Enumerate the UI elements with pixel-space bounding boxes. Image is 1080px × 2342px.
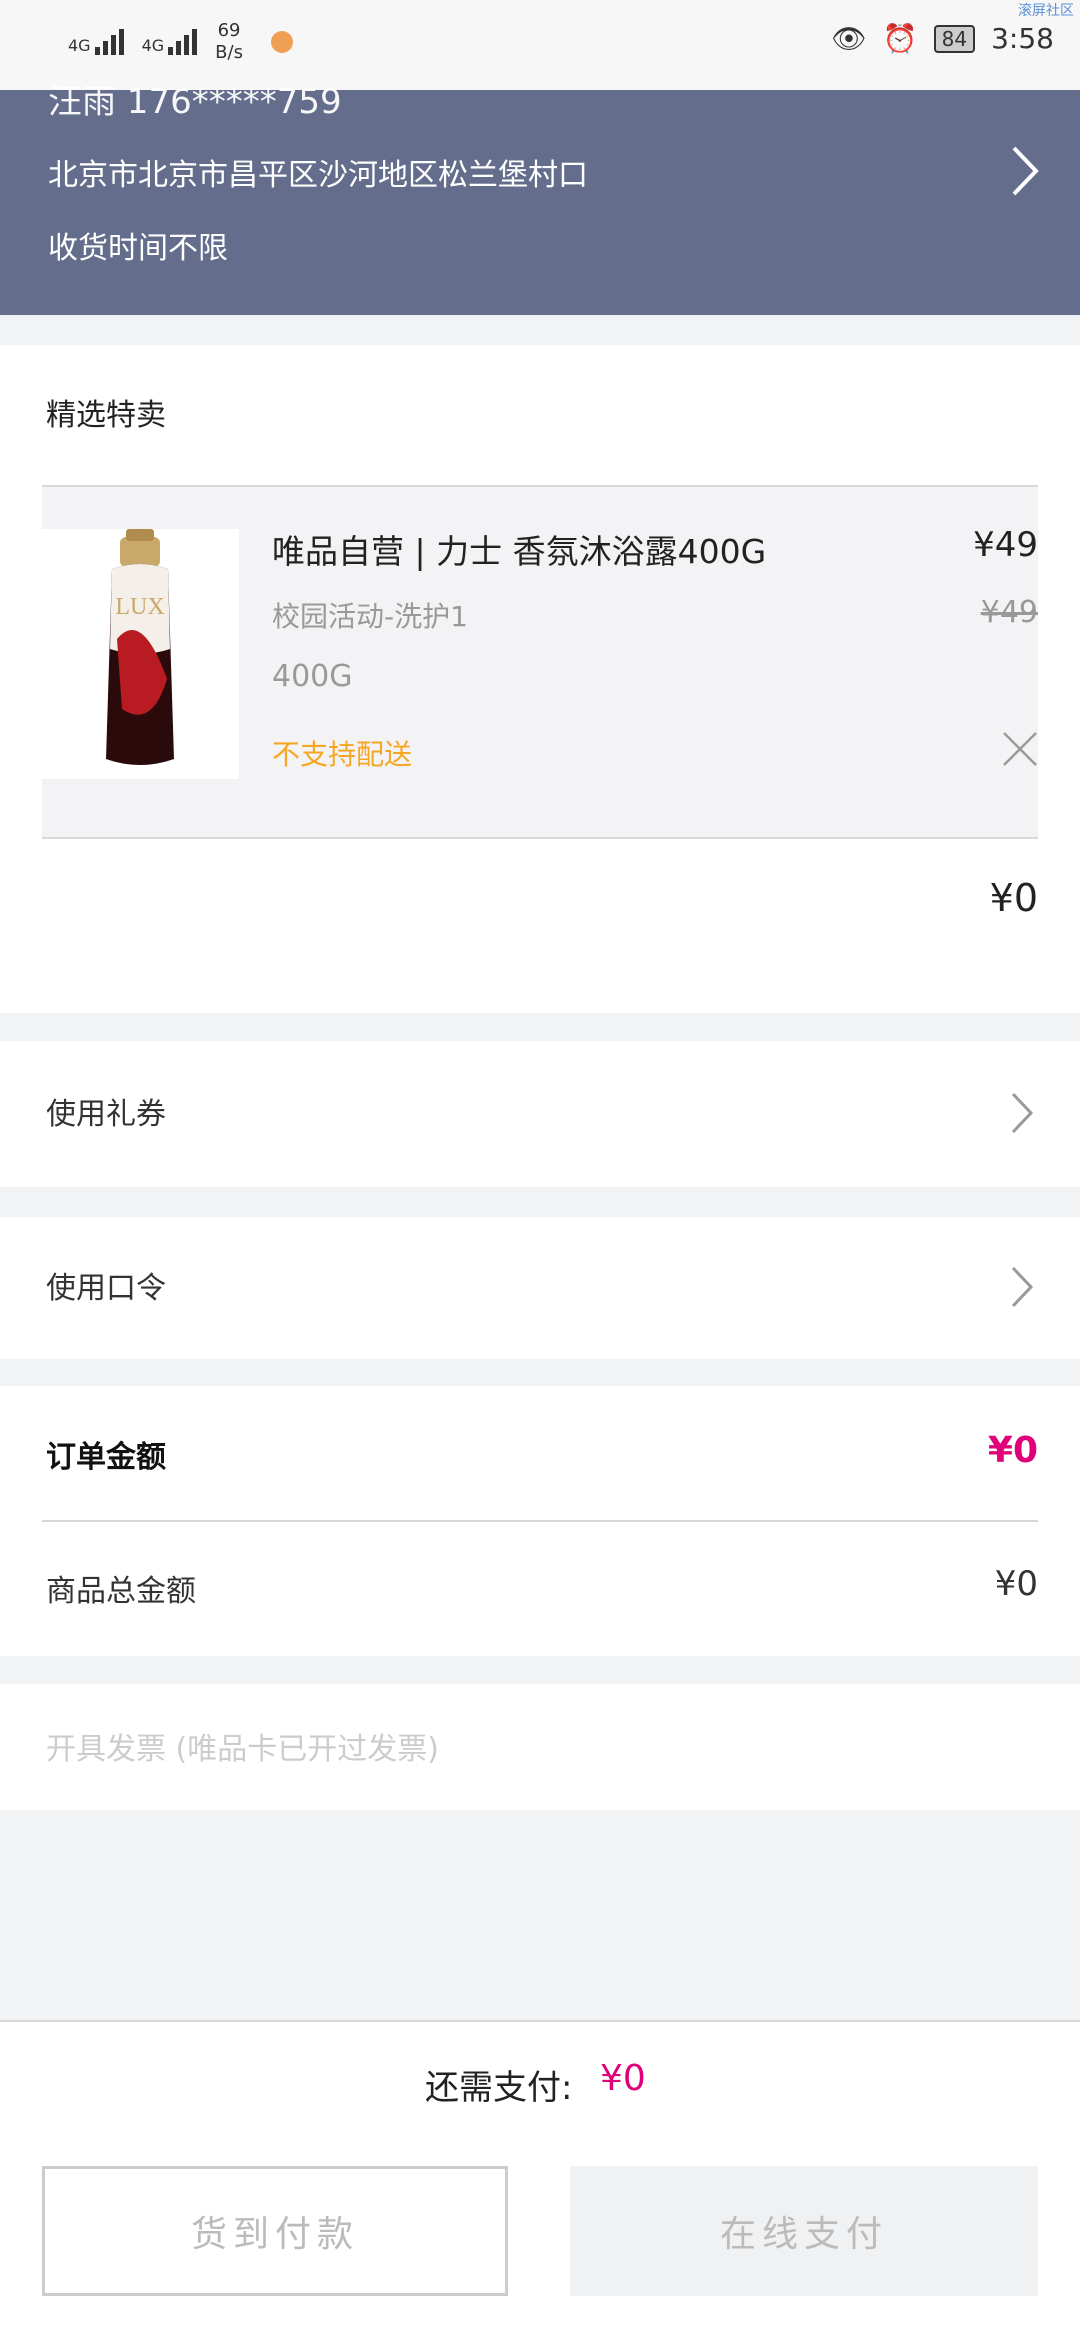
chevron-right-icon xyxy=(1010,1091,1034,1147)
delivery-warning: 不支持配送 xyxy=(272,738,413,771)
product-brand-text: LUX xyxy=(115,594,164,620)
coupon-label: 使用礼券 xyxy=(46,1097,166,1132)
net-speed-value: 69 xyxy=(217,20,241,41)
notification-app-icon xyxy=(270,31,293,53)
product-original-price: ¥49 xyxy=(980,595,1038,630)
password-row[interactable]: 使用口令 xyxy=(0,1217,1080,1359)
chevron-right-icon xyxy=(1010,1265,1034,1321)
signal-label: 4G xyxy=(68,36,91,55)
online-pay-button[interactable]: 在线支付 xyxy=(570,2166,1038,2296)
cash-on-delivery-button[interactable]: 货到付款 xyxy=(42,2166,508,2296)
coupon-row[interactable]: 使用礼券 xyxy=(0,1041,1080,1187)
delivery-time: 收货时间不限 xyxy=(48,231,228,266)
net-speed-unit: B/s xyxy=(215,42,243,63)
section-title: 精选特卖 xyxy=(46,398,166,433)
alarm-icon: ⏰ xyxy=(882,22,918,55)
eye-icon: 👁 xyxy=(831,22,867,55)
goods-total-amount: ¥0 xyxy=(994,1564,1038,1604)
product-name: 唯品自营 | 力士 香氛沐浴露400G xyxy=(272,532,767,571)
product-image: LUX xyxy=(42,529,239,779)
order-amount: ¥0 xyxy=(987,1430,1038,1471)
status-left: 4G 4G 69 B/s xyxy=(68,20,293,64)
invoice-row: 开具发票 (唯品卡已开过发票) xyxy=(0,1684,1080,1810)
section-total: ¥0 xyxy=(989,876,1038,920)
status-right: 👁 ⏰ 84 3:58 xyxy=(831,22,1054,55)
product-spec: 400G xyxy=(272,659,353,694)
signal-icon: 4G xyxy=(68,29,124,55)
address-header[interactable]: 汪雨 176*****759 北京市北京市昌平区沙河地区松兰堡村口 收货时间不限 xyxy=(0,82,1080,315)
bottom-pay-bar: 还需支付: ¥0 货到付款 在线支付 xyxy=(0,2020,1080,2342)
battery-icon: 84 xyxy=(933,24,976,53)
clock-time: 3:58 xyxy=(991,22,1054,55)
order-summary: 订单金额 ¥0 商品总金额 ¥0 xyxy=(0,1386,1080,1656)
signal-label-2: 4G xyxy=(141,36,165,55)
chevron-right-icon[interactable] xyxy=(1010,144,1040,211)
recipient-address: 北京市北京市昌平区沙河地区松兰堡村口 xyxy=(48,158,588,193)
invoice-label: 开具发票 (唯品卡已开过发票) xyxy=(46,1732,439,1767)
pay-remaining-label: 还需支付: xyxy=(425,2068,573,2108)
corner-tag: 滚屏社区 xyxy=(1018,3,1074,19)
net-speed: 69 B/s xyxy=(215,20,243,64)
signal-icon-2: 4G xyxy=(142,29,198,55)
recipient-name-phone: 汪雨 176*****759 xyxy=(48,82,342,122)
pay-remaining-amount: ¥0 xyxy=(600,2058,646,2099)
divider xyxy=(42,1520,1038,1522)
product-activity-tag: 校园活动-洗护1 xyxy=(272,600,468,633)
product-item[interactable]: LUX 唯品自营 | 力士 香氛沐浴露400G 校园活动-洗护1 400G 不支… xyxy=(42,485,1038,839)
order-amount-label: 订单金额 xyxy=(46,1440,166,1475)
close-icon[interactable] xyxy=(1002,727,1038,778)
goods-total-label: 商品总金额 xyxy=(46,1574,196,1609)
product-price: ¥49 xyxy=(973,525,1038,565)
password-label: 使用口令 xyxy=(46,1271,166,1306)
